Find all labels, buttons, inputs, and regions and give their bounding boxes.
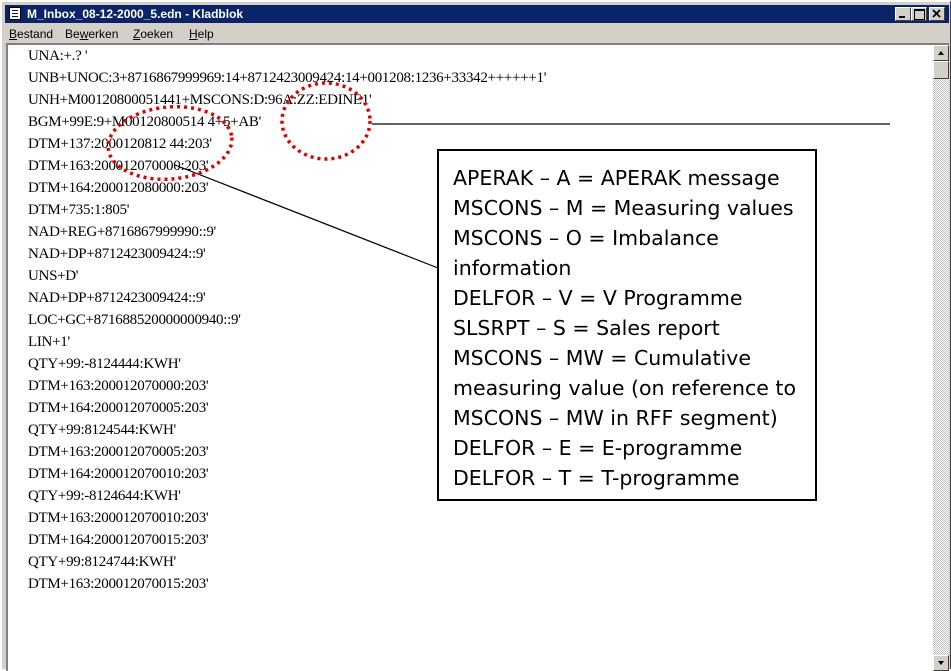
legend-line: MSCONS – MW in RFF segment) <box>453 406 778 430</box>
menu-bestand[interactable]: Bestand <box>9 27 53 41</box>
legend-line: DELFOR – V = V Programme <box>453 286 743 310</box>
title-bar[interactable]: M_Inbox_08-12-2000_5.edn - Kladblok <box>5 5 949 23</box>
maximize-button[interactable] <box>911 7 927 21</box>
minimize-icon <box>899 16 905 18</box>
window-title: M_Inbox_08-12-2000_5.edn - Kladblok <box>27 7 244 21</box>
legend-line: measuring value (on reference to <box>453 376 797 400</box>
close-icon <box>932 9 941 18</box>
vertical-scrollbar[interactable] <box>933 45 949 671</box>
legend-line: SLSRPT – S = Sales report <box>453 316 720 340</box>
menu-bestand-label: estand <box>17 27 54 41</box>
text-line: UNB+UNOC:3+8716867999969:14+871242300942… <box>28 70 547 86</box>
scroll-thumb[interactable] <box>933 61 949 79</box>
legend-line: MSCONS – O = Imbalance <box>453 226 719 250</box>
text-line: DTM+163:200012070010:203' <box>28 510 209 526</box>
legend-line: information <box>453 256 572 280</box>
menu-bestand-accel: B <box>9 27 18 41</box>
scroll-up-button[interactable] <box>933 45 949 61</box>
legend-line: MSCONS – M = Measuring values <box>453 196 794 220</box>
text-line: DTM+164:200012070015:203' <box>28 532 209 548</box>
menu-bewerken-label: erken <box>88 27 119 41</box>
menu-bewerken-prefix: Be <box>65 27 80 41</box>
menu-zoeken-label: oeken <box>140 27 174 41</box>
text-line: DTM+163:200012070015:203' <box>28 576 209 592</box>
legend-line: APERAK – A = APERAK message <box>453 166 780 190</box>
menu-bar: Bestand Bewerken Zoeken Help <box>5 24 949 42</box>
menu-bewerken[interactable]: Bewerken <box>65 27 118 41</box>
scroll-up-icon <box>938 51 944 55</box>
legend-box: APERAK – A = APERAK message MSCONS – M =… <box>437 149 817 501</box>
notepad-icon[interactable] <box>9 7 21 20</box>
text-line: BGM+99E:9+M00120800514 4+5+AB' <box>28 114 261 130</box>
text-line: UNH+M00120800051441+MSCONS:D:96A:ZZ:EDIN… <box>28 92 372 108</box>
legend-line: DELFOR – E = E-programme <box>453 436 743 460</box>
legend-line: MSCONS – MW = Cumulative <box>453 346 751 370</box>
scroll-down-icon <box>938 661 944 665</box>
text-line: QTY+99:8124744:KWH' <box>28 554 176 570</box>
text-line: UNA:+.? ' <box>28 48 88 64</box>
menu-help-label: elp <box>197 27 214 41</box>
maximize-icon <box>914 9 925 20</box>
legend-line: DELFOR – T = T-programme <box>453 466 740 490</box>
menu-help[interactable]: Help <box>189 27 214 41</box>
close-button[interactable] <box>929 7 945 21</box>
menu-help-accel: H <box>189 27 198 41</box>
menu-zoeken[interactable]: Zoeken <box>133 27 173 41</box>
minimize-button[interactable] <box>895 7 911 21</box>
